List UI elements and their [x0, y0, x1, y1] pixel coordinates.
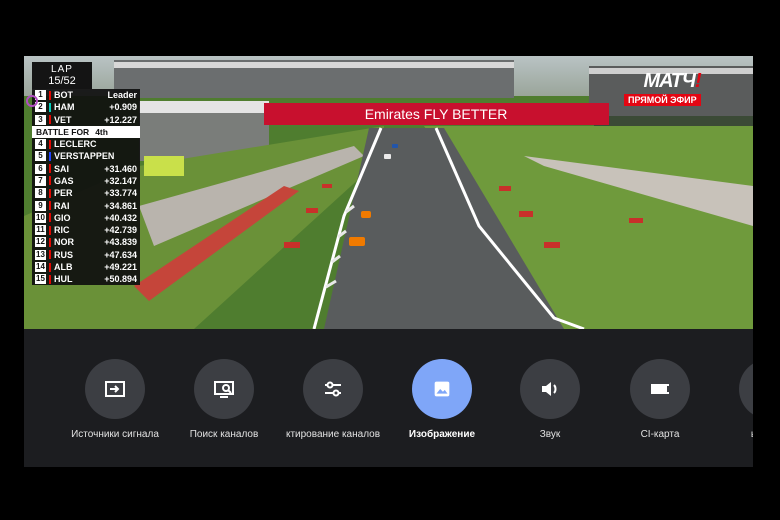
channel-brand-mark: !	[694, 70, 702, 92]
leaderboard-row: 7 GAS +32.147	[32, 174, 140, 188]
leaderboard-row: 6 SAI +31.460	[32, 162, 140, 175]
leaderboard-row: 15 HUL +50.894	[32, 273, 140, 286]
leaderboard-row: 3 VET +12.227	[32, 113, 140, 126]
sliders-icon	[303, 359, 363, 419]
picture-icon	[412, 359, 472, 419]
settings-menu: Источники сигнала Поиск каналов ктирован…	[24, 329, 753, 467]
tv-screen: Emirates FLY BETTER LAP 15/52 1 BOT Lead…	[24, 56, 753, 467]
speaker-icon	[520, 359, 580, 419]
rest-rows: 6 SAI +31.460 7 GAS +32.147 8 PER +33.774 9 RAI +34…	[32, 162, 140, 286]
menu-item-picture[interactable]: Изображение	[382, 359, 502, 440]
leaderboard: LAP 15/52 1 BOT Leader 2 HAM +0.909 3 VET +12.…	[26, 62, 140, 286]
live-badge: ПРЯМОЙ ЭФИР	[624, 94, 701, 106]
input-source-icon	[85, 359, 145, 419]
menu-item-label: CI-карта	[640, 429, 680, 440]
leaderboard-row: 4 LECLERC	[32, 137, 140, 151]
battle-header: BATTLE FOR 4th	[32, 125, 140, 138]
menu-item-label: Звук	[539, 429, 561, 440]
lap-counter: LAP 15/52	[32, 62, 92, 89]
leaderboard-row: 2 HAM +0.909	[32, 101, 140, 114]
leaderboard-row: 1 BOT Leader	[32, 89, 140, 102]
menu-item-input-source[interactable]: Источники сигнала	[55, 359, 175, 440]
leaderboard-row: 9 RAI +34.861	[32, 199, 140, 212]
menu-item-channel-search[interactable]: Поиск каналов	[164, 359, 284, 440]
leaderboard-row: 11 RIC +42.739	[32, 223, 140, 237]
menu-item-ci-card[interactable]: CI-карта	[600, 359, 720, 440]
menu-item-settings[interactable]: ые наст	[709, 359, 753, 440]
leaderboard-row: 12 NOR +43.839	[32, 236, 140, 249]
menu-item-channel-edit[interactable]: ктирование каналов	[273, 359, 393, 440]
leaderboard-row: 14 ALB +49.221	[32, 260, 140, 274]
menu-item-label: Поиск каналов	[189, 429, 259, 440]
ci-card-icon	[630, 359, 690, 419]
leaderboard-row: 5 VERSTAPPEN	[32, 150, 140, 163]
f1-icon	[26, 95, 38, 107]
channel-logo: МАТЧ! ПРЯМОЙ ЭФИР	[624, 70, 702, 106]
leaderboard-row: 10 GIO +40.432	[32, 211, 140, 224]
menu-item-label: ктирование каналов	[285, 429, 381, 440]
leaderboard-row: 13 RUS +47.634	[32, 248, 140, 261]
lap-title: LAP	[51, 64, 73, 75]
menu-item-label: Изображение	[408, 429, 476, 440]
menu-item-label: Источники сигнала	[71, 429, 159, 440]
menu-item-sound[interactable]: Звук	[490, 359, 610, 440]
channel-search-icon	[194, 359, 254, 419]
settings-icon	[739, 359, 753, 419]
channel-brand: МАТЧ	[643, 70, 695, 92]
top-rows: 1 BOT Leader 2 HAM +0.909 3 VET +12.227	[32, 89, 140, 126]
lap-value: 15/52	[48, 75, 76, 87]
menu-item-label: ые наст	[709, 429, 753, 440]
banner-text: Emirates FLY BETTER	[365, 106, 508, 122]
video-feed: Emirates FLY BETTER LAP 15/52 1 BOT Lead…	[24, 56, 753, 329]
leaderboard-row: 8 PER +33.774	[32, 187, 140, 200]
